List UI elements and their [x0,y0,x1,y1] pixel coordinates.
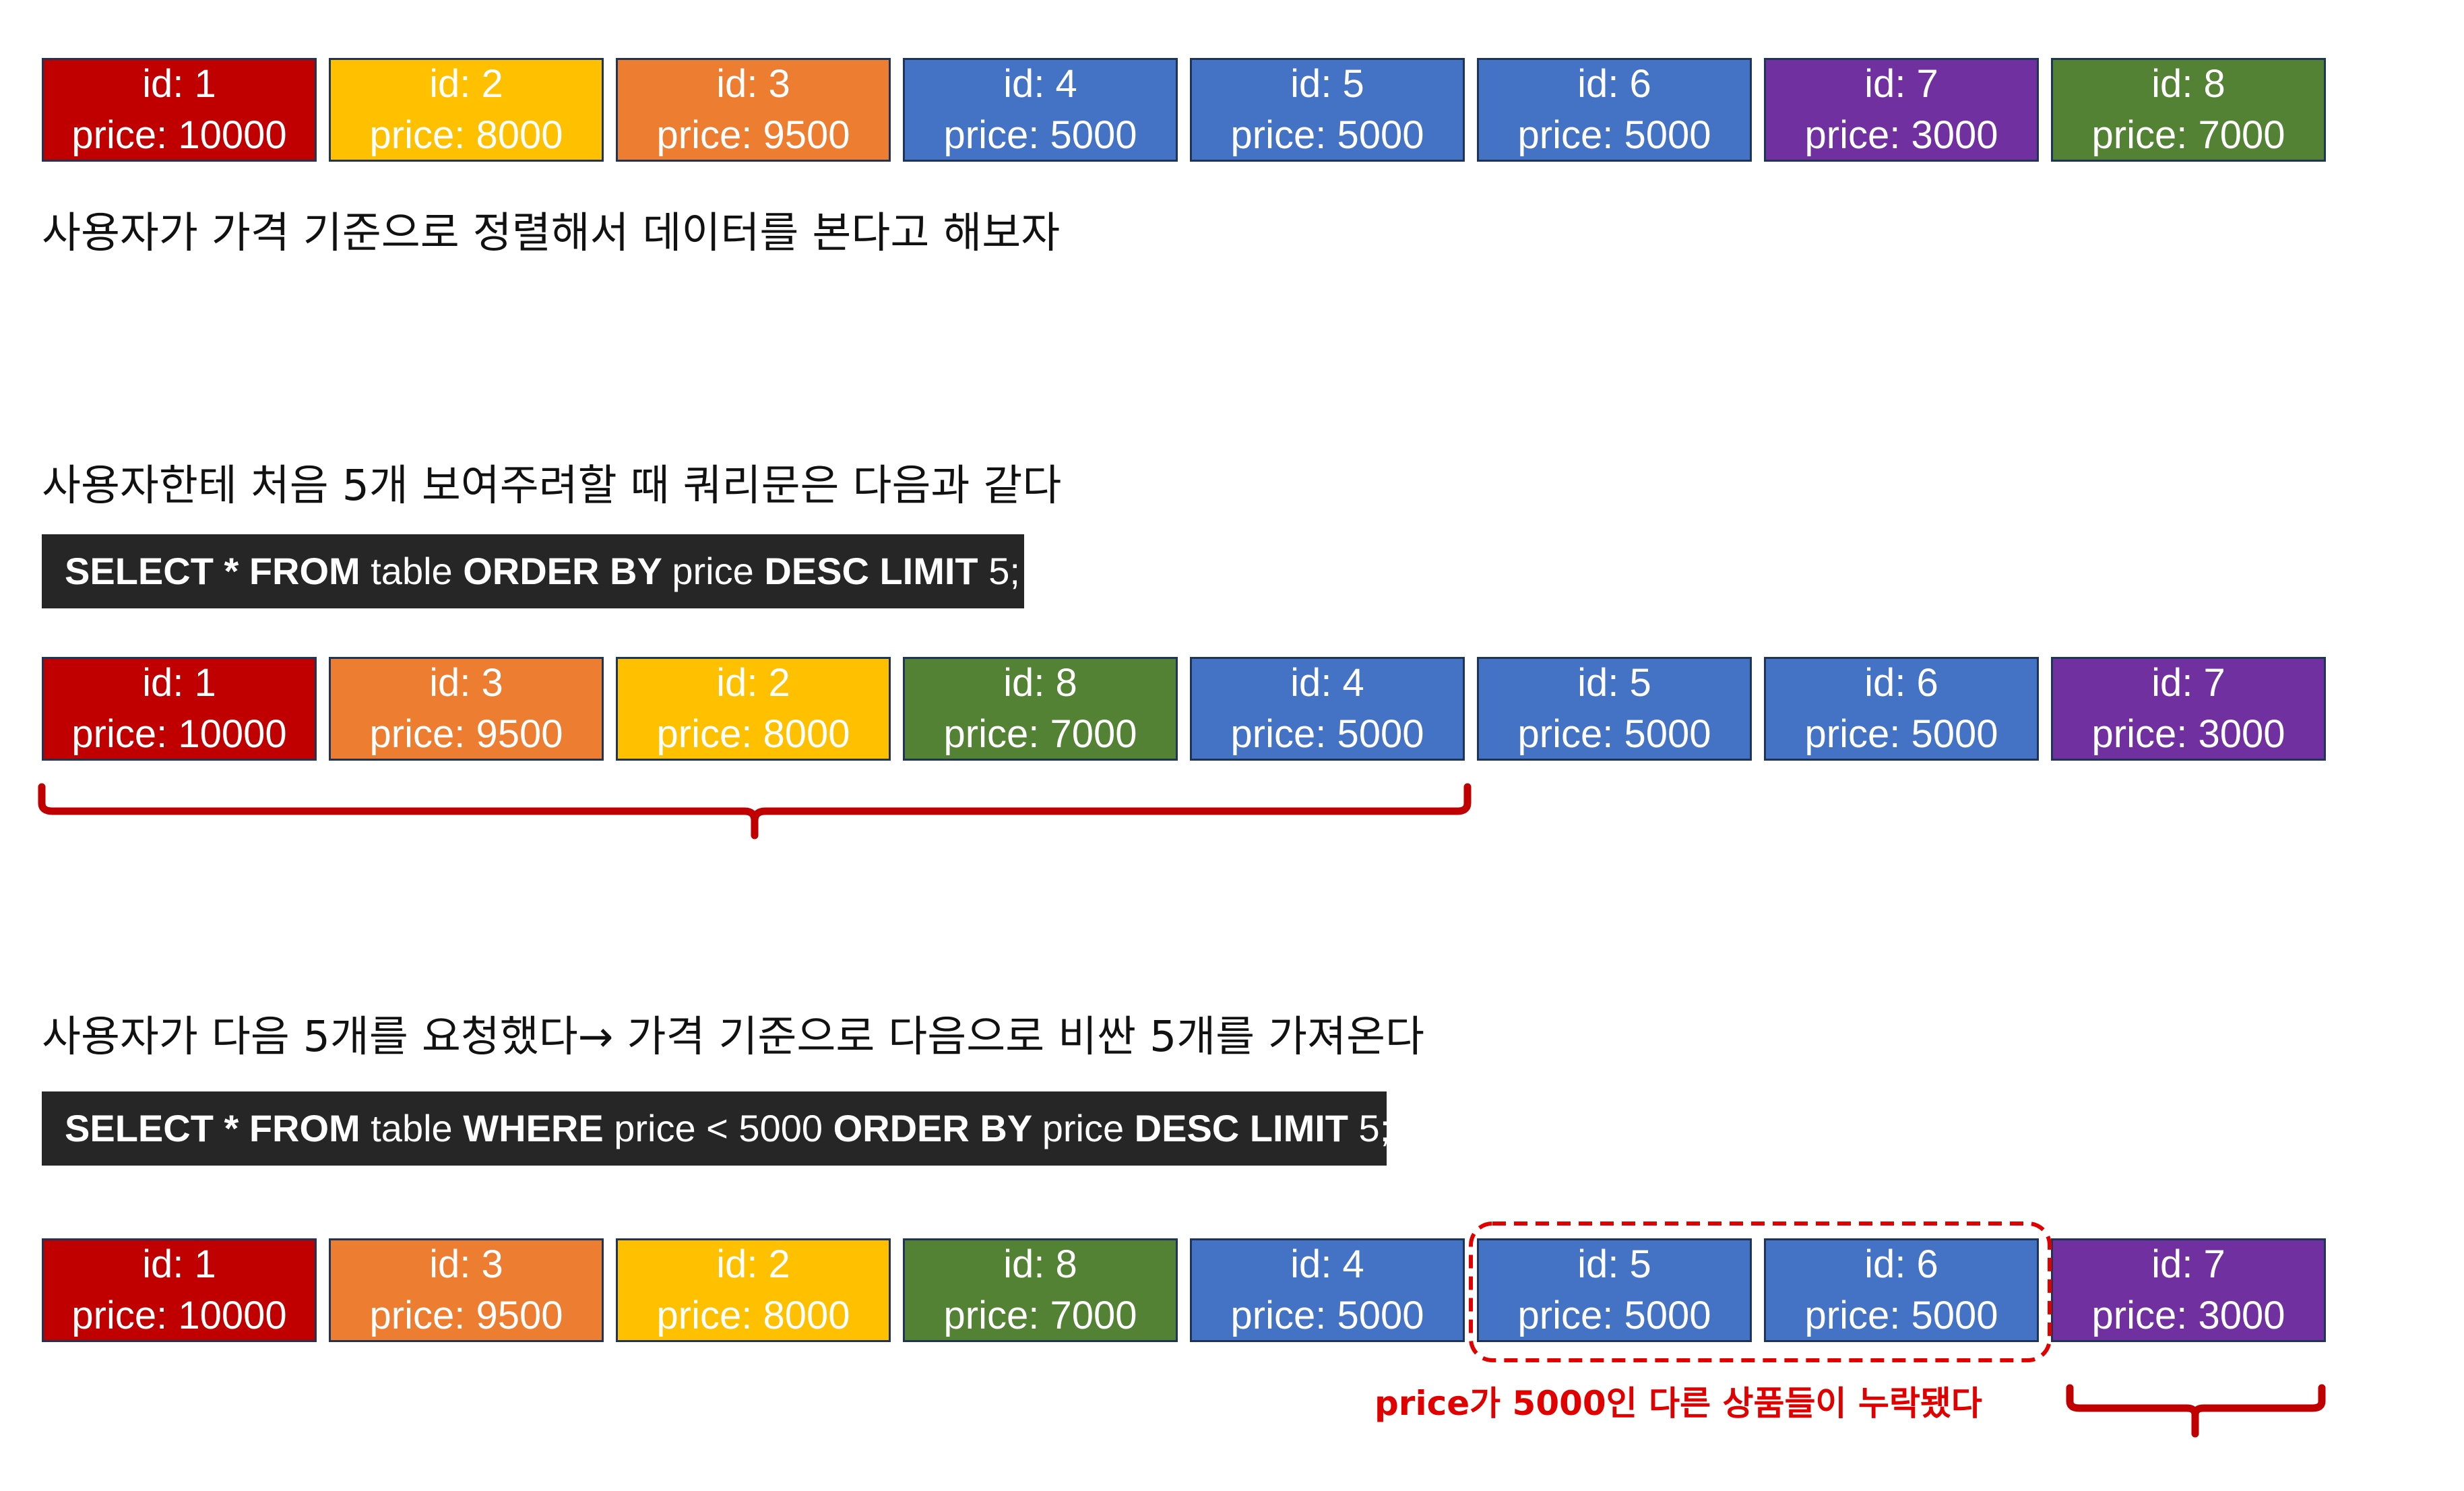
annotation-overlay [38,783,2326,1438]
skipped-items-highlight [1469,1222,2052,1362]
next-page-brace [2066,1384,2326,1438]
first-page-brace [38,783,1472,839]
